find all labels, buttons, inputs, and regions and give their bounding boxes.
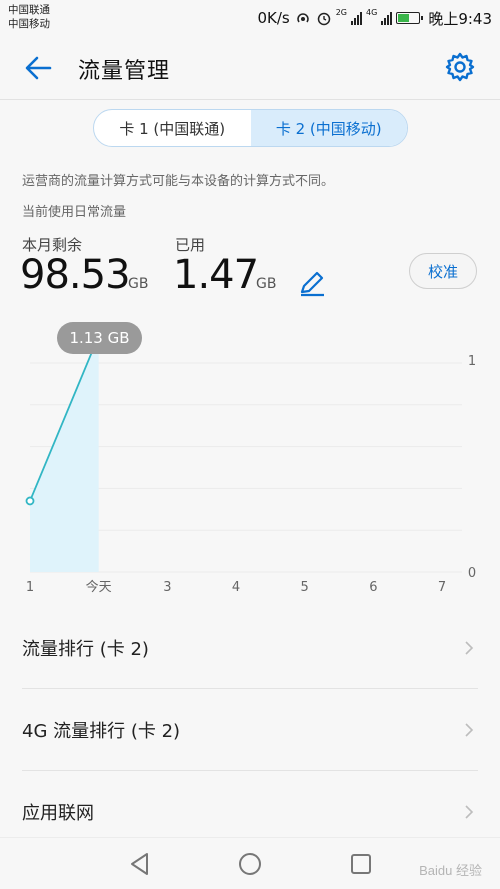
- chevron-right-icon: [465, 641, 474, 655]
- menu-list: 流量排行 (卡 2) 4G 流量排行 (卡 2) 应用联网: [0, 607, 500, 853]
- used-value: 1.47: [173, 252, 259, 298]
- page-title: 流量管理: [78, 59, 171, 84]
- tab-sim-1[interactable]: 卡 1 (中国联通): [94, 110, 251, 146]
- sim-card-tabs: 卡 1 (中国联通) 卡 2 (中国移动): [93, 109, 408, 147]
- gear-icon[interactable]: [444, 51, 476, 83]
- usage-area: [30, 335, 99, 572]
- net-type-2: 4G: [366, 8, 378, 17]
- circle-home-icon[interactable]: [236, 850, 264, 878]
- signal-2-icon: [381, 11, 393, 25]
- tab-sim-2[interactable]: 卡 2 (中国移动): [250, 110, 407, 146]
- x-tick-label: 5: [301, 580, 309, 595]
- battery-icon: [396, 12, 424, 24]
- menu-item-4g-ranking[interactable]: 4G 流量排行 (卡 2): [0, 689, 500, 771]
- arrow-left-icon[interactable]: [22, 50, 58, 86]
- remaining-value: 98.53: [20, 252, 131, 298]
- triangle-back-icon[interactable]: [126, 850, 154, 878]
- y-tick-label: 1: [468, 354, 476, 369]
- chevron-right-icon: [465, 805, 474, 819]
- network-speed: 0K/s: [257, 9, 290, 27]
- menu-item-label: 应用联网: [22, 803, 94, 824]
- x-tick-label: 1: [26, 580, 34, 595]
- calibrate-button[interactable]: 校准: [409, 253, 477, 289]
- x-tick-label: 7: [438, 580, 446, 595]
- y-tick-label: 0: [468, 566, 476, 581]
- menu-item-label: 4G 流量排行 (卡 2): [22, 721, 181, 742]
- alarm-icon: [317, 12, 330, 26]
- x-tick-label: 3: [163, 580, 171, 595]
- status-bar: 中国联通 中国移动 0K/s 2G 4G 晚上9:43: [0, 0, 500, 36]
- x-tick-label: 6: [369, 580, 377, 595]
- clock: 晚上9:43: [428, 9, 492, 28]
- remaining-unit: GB: [128, 276, 149, 292]
- usage-chart: 1 今天 3 4 5 6 7 1 0: [0, 315, 500, 605]
- data-point: [25, 496, 35, 506]
- square-recents-icon[interactable]: [347, 850, 375, 878]
- app-bar: 流量管理: [0, 36, 500, 100]
- carrier-2-label: 中国移动: [8, 18, 50, 30]
- menu-item-app-ranking[interactable]: 流量排行 (卡 2): [0, 607, 500, 689]
- usage-chart-svg: 1 今天 3 4 5 6 7 1 0: [25, 331, 476, 595]
- status-indicators: 0K/s 2G 4G 晚上9:43: [257, 7, 492, 29]
- used-unit: GB: [256, 276, 277, 292]
- watermark: Baidu 经验: [419, 863, 482, 878]
- net-type-1: 2G: [335, 8, 348, 17]
- menu-item-label: 流量排行 (卡 2): [22, 639, 149, 660]
- carrier-1-label: 中国联通: [8, 4, 50, 16]
- usage-caption: 当前使用日常流量: [22, 205, 127, 220]
- pencil-icon[interactable]: [297, 268, 327, 298]
- x-tick-label: 今天: [86, 579, 112, 595]
- system-nav-bar: Baidu 经验: [0, 837, 500, 889]
- carrier-notice: 运营商的流量计算方式可能与本设备的计算方式不同。: [22, 174, 335, 189]
- signal-1-icon: [351, 11, 363, 25]
- chart-tooltip: 1.13 GB: [57, 322, 142, 354]
- hotspot-icon: [296, 13, 309, 23]
- x-tick-label: 4: [232, 580, 240, 595]
- chevron-right-icon: [465, 723, 474, 737]
